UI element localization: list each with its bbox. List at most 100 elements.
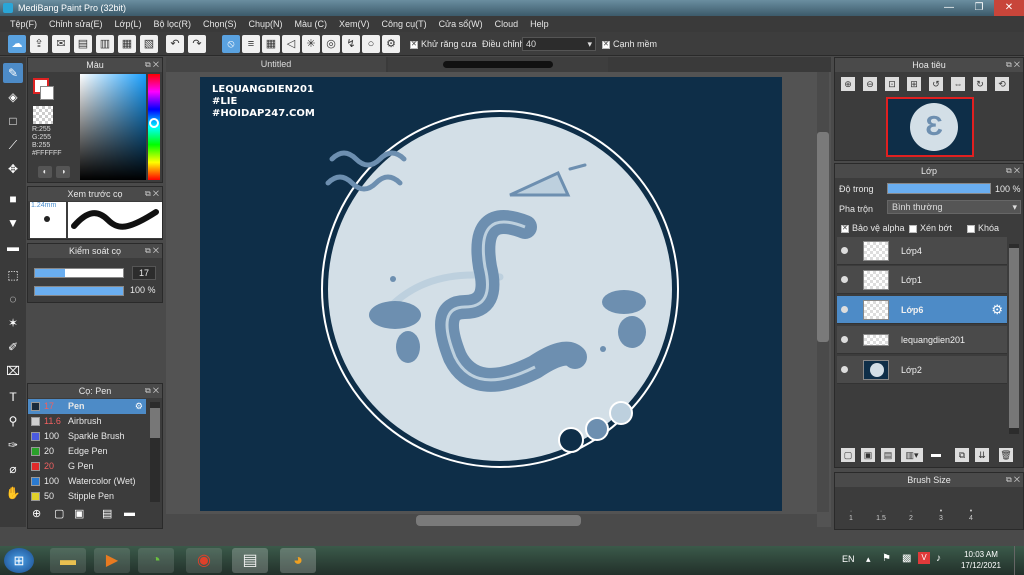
actual-size-icon[interactable]: ⊞: [907, 77, 921, 91]
protect-alpha-checkbox[interactable]: [841, 224, 849, 233]
line-tool-icon[interactable]: ⟋: [3, 135, 23, 155]
brush-tool-icon[interactable]: ✎: [3, 63, 23, 83]
curve-snap-icon[interactable]: ↯: [342, 35, 360, 53]
layer-opacity-slider[interactable]: [887, 183, 991, 194]
brush-size-cell[interactable]: · 1: [836, 490, 866, 524]
brush-menu-icon[interactable]: ▣: [74, 507, 84, 520]
new-icon[interactable]: ▤: [74, 35, 92, 53]
hue-slider[interactable]: [148, 74, 160, 180]
panel-menu-icon[interactable]: ⧉ ✕: [145, 58, 159, 72]
ellipse-snap-icon[interactable]: ○: [362, 35, 380, 53]
export-icon[interactable]: ▧: [140, 35, 158, 53]
minimize-button[interactable]: —: [934, 0, 964, 16]
brush-settings-icon[interactable]: ▤: [102, 507, 112, 520]
soft-edge-checkbox[interactable]: [602, 40, 610, 49]
gradient-tool-icon[interactable]: ▬: [3, 237, 23, 257]
snap-off-icon[interactable]: ⦸: [222, 35, 240, 53]
hue-handle[interactable]: [149, 118, 159, 128]
clip-checkbox[interactable]: [909, 224, 917, 233]
coccoc-icon[interactable]: ◔: [138, 548, 174, 573]
menu-select[interactable]: Chọn(S): [197, 19, 243, 29]
select-tool-icon[interactable]: ⬚: [3, 265, 23, 285]
close-button[interactable]: ✕: [994, 0, 1024, 16]
language-indicator[interactable]: EN: [842, 554, 855, 564]
color-history-icon[interactable]: ◑: [56, 166, 70, 178]
panel-menu-icon[interactable]: ⧉ ✕: [1006, 58, 1020, 72]
brush-size-value[interactable]: 17: [132, 266, 156, 280]
maximize-button[interactable]: ❐: [964, 0, 994, 16]
zoom-in-icon[interactable]: ⊕: [841, 77, 855, 91]
brush-size-cell[interactable]: • 3: [926, 490, 956, 524]
brush-list-scrollbar[interactable]: [150, 402, 160, 502]
brush-size-slider[interactable]: [34, 268, 124, 278]
list-item[interactable]: 11.6 Airbrush: [28, 414, 146, 429]
layer-row[interactable]: lequangdien201: [837, 326, 1007, 354]
add-brush-icon[interactable]: ⊕: [32, 507, 41, 520]
operation-tool-icon[interactable]: ⚲: [3, 411, 23, 431]
list-item[interactable]: 20 G Pen: [28, 459, 146, 474]
duplicate-layer-icon[interactable]: ⧉: [955, 448, 969, 462]
hand-tool-icon[interactable]: ✋: [3, 483, 23, 503]
eye-icon[interactable]: [841, 247, 848, 254]
upload-icon[interactable]: ⇪: [30, 35, 48, 53]
new-brush-icon[interactable]: ▢: [54, 507, 64, 520]
perspective-snap-icon[interactable]: ◁: [282, 35, 300, 53]
delete-layer-icon[interactable]: 🗑: [999, 448, 1013, 462]
menu-view[interactable]: Xem(V): [333, 19, 376, 29]
color-mode-icon[interactable]: ◐: [38, 166, 52, 178]
layer-row[interactable]: Lớp2: [837, 356, 1007, 384]
menu-window[interactable]: Cửa sổ(W): [433, 19, 489, 29]
layer-row[interactable]: Lớp6 ⚙: [837, 296, 1007, 324]
artwork[interactable]: [200, 77, 782, 511]
folder-icon[interactable]: ▬: [929, 448, 943, 462]
brush-opacity-slider[interactable]: [34, 286, 124, 296]
color-picker-field[interactable]: [80, 74, 146, 180]
tab-hidden[interactable]: [388, 57, 608, 72]
antivirus-icon[interactable]: V: [918, 552, 930, 564]
save-icon[interactable]: ▦: [118, 35, 136, 53]
list-item[interactable]: 20 Edge Pen: [28, 444, 146, 459]
eye-icon[interactable]: [841, 366, 848, 373]
cloud-icon[interactable]: ☁: [8, 35, 26, 53]
brush-size-cell[interactable]: • 4: [956, 490, 986, 524]
eye-icon[interactable]: [841, 306, 848, 313]
text-tool-icon[interactable]: T: [3, 387, 23, 407]
grid-snap-icon[interactable]: ▦: [262, 35, 280, 53]
bucket-tool-icon[interactable]: ▼: [3, 213, 23, 233]
menu-color[interactable]: Màu (C): [289, 19, 334, 29]
parallel-snap-icon[interactable]: ≡: [242, 35, 260, 53]
select-pen-tool-icon[interactable]: ✐: [3, 337, 23, 357]
eye-icon[interactable]: [841, 276, 848, 283]
fit-icon[interactable]: ⊡: [885, 77, 899, 91]
explorer-icon[interactable]: ▬: [50, 548, 86, 573]
menu-layer[interactable]: Lớp(L): [109, 19, 148, 29]
circle-snap-icon[interactable]: ◎: [322, 35, 340, 53]
menu-edit[interactable]: Chỉnh sửa(E): [43, 19, 109, 29]
new-8bit-layer-icon[interactable]: ▤: [881, 448, 895, 462]
select-eraser-tool-icon[interactable]: ⌧: [3, 361, 23, 381]
brush-folder-icon[interactable]: ▬: [124, 507, 135, 519]
list-item[interactable]: 100 Sparkle Brush: [28, 429, 146, 444]
new-halftone-layer-icon[interactable]: ▣: [861, 448, 875, 462]
clock[interactable]: 10:03 AM 17/12/2021: [956, 549, 1006, 571]
eraser-tool-icon[interactable]: ◈: [3, 87, 23, 107]
reset-rotate-icon[interactable]: ⟲: [995, 77, 1009, 91]
layer-row[interactable]: Lớp1: [837, 266, 1007, 294]
show-desktop-button[interactable]: [1014, 546, 1024, 575]
network-icon[interactable]: ⚑: [882, 553, 891, 564]
panel-menu-icon[interactable]: ⧉ ✕: [1006, 164, 1020, 178]
tray-chevron-icon[interactable]: ▴: [866, 554, 871, 565]
brush-size-cell[interactable]: · 2: [896, 490, 926, 524]
open-icon[interactable]: ▥: [96, 35, 114, 53]
new-layer-icon[interactable]: ▢: [841, 448, 855, 462]
list-item[interactable]: 50 Stipple Pen: [28, 489, 146, 504]
menu-cloud[interactable]: Cloud: [489, 19, 525, 29]
zoom-out-icon[interactable]: ⊖: [863, 77, 877, 91]
medibang-task-icon[interactable]: ▤: [232, 548, 268, 573]
rotate-right-icon[interactable]: ↻: [973, 77, 987, 91]
panel-menu-icon[interactable]: ⧉ ✕: [145, 187, 159, 201]
radial-snap-icon[interactable]: ✳: [302, 35, 320, 53]
flip-icon[interactable]: ⇔: [951, 77, 965, 91]
list-item[interactable]: 100 Watercolor (Wet): [28, 474, 146, 489]
move-tool-icon[interactable]: ✥: [3, 159, 23, 179]
